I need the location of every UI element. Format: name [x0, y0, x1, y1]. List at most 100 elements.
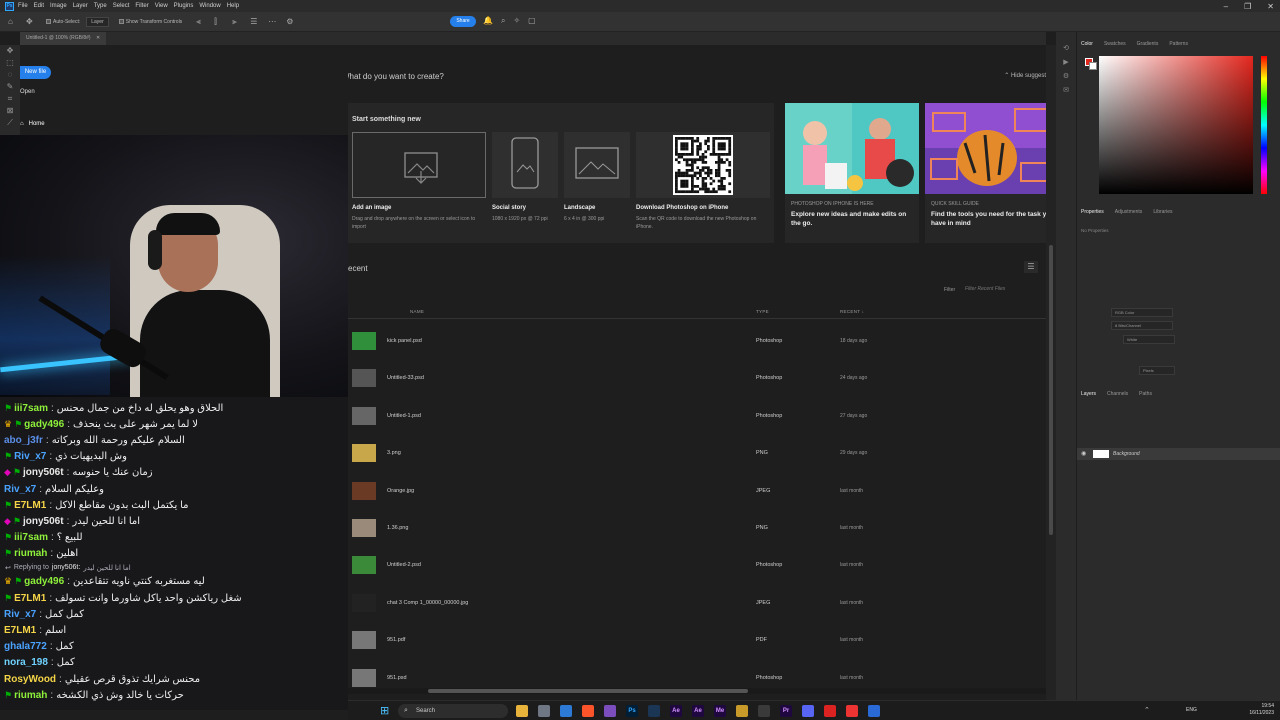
store-icon[interactable]: [538, 705, 550, 717]
tab-gradients[interactable]: Gradients: [1137, 41, 1159, 47]
frame-tool-icon[interactable]: ⊠: [0, 105, 20, 117]
tab-libraries[interactable]: Libraries: [1153, 209, 1172, 215]
premiere-icon[interactable]: Pr: [780, 705, 792, 717]
transform-controls-checkbox[interactable]: Show Transform Controls: [118, 19, 182, 25]
add-image-card[interactable]: [352, 132, 486, 198]
menu-view[interactable]: View: [155, 3, 168, 9]
background-contents-select[interactable]: White: [1123, 335, 1175, 344]
close-icon[interactable]: ✕: [1267, 2, 1274, 11]
recent-file-row[interactable]: 1.36.png PNG last month: [348, 510, 1046, 547]
recent-file-row[interactable]: Untitled-33.psd Photoshop 24 days ago: [348, 360, 1046, 397]
tab-patterns[interactable]: Patterns: [1169, 41, 1188, 47]
chat-username[interactable]: ghala772: [4, 641, 47, 652]
app-icon[interactable]: [758, 705, 770, 717]
hue-slider[interactable]: [1261, 56, 1267, 194]
chat-username[interactable]: riumah: [14, 548, 47, 559]
chat-username[interactable]: riumah: [14, 690, 47, 701]
units-select[interactable]: Pixels: [1139, 366, 1175, 375]
close-tab-icon[interactable]: ✕: [96, 35, 100, 41]
col-recent[interactable]: RECENT ↓: [840, 309, 864, 314]
app-icon[interactable]: [868, 705, 880, 717]
chat-username[interactable]: E7LM1: [14, 500, 46, 511]
file-explorer-icon[interactable]: [516, 705, 528, 717]
qr-code-card[interactable]: [636, 132, 770, 198]
language-indicator[interactable]: ENG: [1186, 707, 1197, 713]
menu-layer[interactable]: Layer: [73, 3, 88, 9]
app-icon[interactable]: [736, 705, 748, 717]
recent-file-row[interactable]: kick panel.psd Photoshop 18 days ago: [348, 323, 1046, 360]
menu-window[interactable]: Window: [199, 3, 220, 9]
chat-username[interactable]: gady496: [24, 419, 64, 430]
tab-channels[interactable]: Channels: [1107, 391, 1128, 397]
menu-help[interactable]: Help: [227, 3, 239, 9]
chat-username[interactable]: jony506t: [23, 516, 64, 527]
vertical-scrollbar[interactable]: [1046, 45, 1056, 700]
menu-select[interactable]: Select: [113, 3, 130, 9]
chevron-up-icon[interactable]: ⌃: [1144, 706, 1150, 714]
chat-username[interactable]: E7LM1: [14, 593, 46, 604]
brave-icon[interactable]: [582, 705, 594, 717]
move-tool-icon[interactable]: ✥: [0, 45, 20, 57]
eye-icon[interactable]: ◉: [1081, 450, 1086, 457]
chat-username[interactable]: gady496: [24, 576, 64, 587]
color-picker-field[interactable]: [1099, 56, 1253, 194]
align-center-icon[interactable]: ⫿: [214, 17, 224, 26]
tab-paths[interactable]: Paths: [1139, 391, 1152, 397]
maximize-icon[interactable]: ❐: [1244, 2, 1251, 11]
home-icon[interactable]: ⌂: [8, 17, 18, 26]
chat-username[interactable]: Riv_x7: [4, 609, 36, 620]
auto-select-checkbox[interactable]: Auto-Select:: [46, 19, 80, 25]
hide-suggestions-button[interactable]: ⌃ Hide suggest: [1004, 72, 1046, 79]
workspace-icon[interactable]: ▢: [528, 16, 536, 26]
chat-username[interactable]: Riv_x7: [14, 451, 46, 462]
recent-file-row[interactable]: 3.png PNG 29 days ago: [348, 435, 1046, 472]
recent-file-row[interactable]: 951.pdf PDF last month: [348, 622, 1046, 659]
promo-card-iphone[interactable]: PHOTOSHOP ON IPHONE IS HERE Explore new …: [785, 103, 919, 243]
col-type[interactable]: TYPE: [756, 309, 769, 314]
menu-image[interactable]: Image: [50, 3, 67, 9]
auto-select-dropdown[interactable]: Layer: [86, 16, 109, 27]
chat-username[interactable]: iii7sam: [14, 403, 48, 414]
search-icon[interactable]: ⌕: [501, 16, 505, 26]
play-icon[interactable]: ▶: [1056, 56, 1076, 70]
tab-layers[interactable]: Layers: [1081, 391, 1096, 397]
after-effects-icon[interactable]: Ae: [692, 705, 704, 717]
color-mode-select[interactable]: RGB Color: [1111, 308, 1173, 317]
chat-username[interactable]: nora_198: [4, 657, 48, 668]
menu-file[interactable]: File: [18, 3, 28, 9]
clock[interactable]: 19:54 16/11/2023: [1249, 703, 1274, 717]
scroll-thumb[interactable]: [1049, 245, 1053, 535]
media-encoder-icon[interactable]: Me: [714, 705, 726, 717]
horizontal-scrollbar[interactable]: [348, 688, 1046, 694]
lasso-tool-icon[interactable]: ◌: [0, 69, 20, 81]
new-file-button[interactable]: New file: [20, 66, 51, 79]
scroll-thumb[interactable]: [428, 689, 748, 693]
bit-depth-select[interactable]: 8 Bits/Channel: [1111, 321, 1173, 330]
settings-gear-icon[interactable]: ⚙: [286, 17, 296, 26]
distribute-icon[interactable]: ☰: [250, 17, 260, 26]
layer-row-background[interactable]: ◉ Background: [1077, 448, 1280, 460]
chat-username[interactable]: iii7sam: [14, 532, 48, 543]
list-view-icon[interactable]: ☰: [1024, 261, 1038, 273]
app-icon[interactable]: [648, 705, 660, 717]
chat-username[interactable]: E7LM1: [4, 625, 36, 636]
chat-username[interactable]: RosyWood: [4, 674, 56, 685]
chat-username[interactable]: Riv_x7: [4, 484, 36, 495]
recent-file-row[interactable]: Orange.jpg JPEG last month: [348, 473, 1046, 510]
taskbar-search[interactable]: ⌕ Search: [398, 704, 508, 718]
tab-color[interactable]: Color: [1081, 41, 1093, 47]
chat-username[interactable]: abo_j3fr: [4, 435, 43, 446]
minimize-icon[interactable]: –: [1224, 2, 1228, 11]
chrome-icon[interactable]: [846, 705, 858, 717]
more-options-icon[interactable]: ⋯: [268, 17, 278, 26]
filter-input[interactable]: Filter Recent Files: [962, 284, 1046, 295]
brush-tool-icon[interactable]: ✎: [0, 81, 20, 93]
bell-icon[interactable]: 🔔: [483, 16, 493, 26]
discover-icon[interactable]: ✧: [513, 16, 520, 26]
recent-file-row[interactable]: chat 3 Comp 1_00000_00000.jpg JPEG last mo…: [348, 585, 1046, 622]
recent-file-row[interactable]: Untitled-1.psd Photoshop 27 days ago: [348, 398, 1046, 435]
landscape-card[interactable]: [564, 132, 630, 198]
app-icon[interactable]: [824, 705, 836, 717]
home-nav-item[interactable]: ⌂ Home: [20, 121, 45, 127]
windows-start-icon[interactable]: ⊞: [380, 705, 392, 717]
